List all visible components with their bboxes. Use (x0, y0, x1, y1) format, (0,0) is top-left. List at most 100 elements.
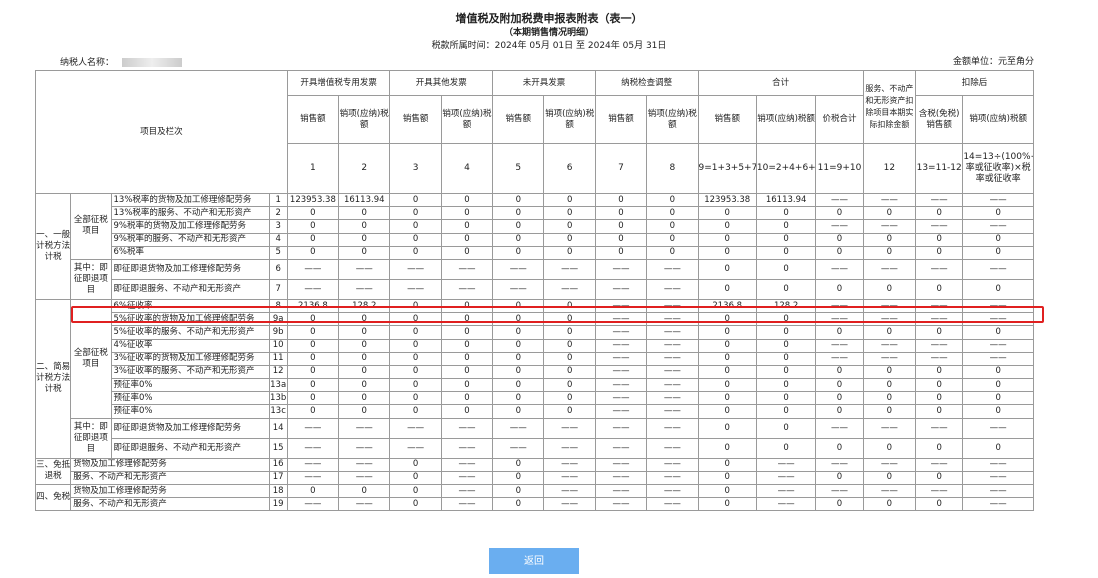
cell-value: 0 (389, 351, 442, 366)
cell-value: —— (338, 278, 391, 300)
row-number: 13c (268, 404, 288, 419)
cell-value: 0 (697, 470, 757, 486)
row-number: 1 (268, 192, 288, 208)
cell-value: 0 (492, 351, 545, 366)
cell-value: 0 (389, 378, 442, 393)
cell-value: 0 (492, 312, 545, 327)
cell-value: —— (915, 351, 964, 366)
cell-value: 0 (338, 219, 391, 234)
cell-value: 0 (338, 206, 391, 221)
cell-value: —— (646, 325, 699, 340)
table-row: 其中：即征即退项目 即征即退货物及加工修理修配劳务 14 —— —— —— —— —— —— ——… (36, 417, 1034, 459)
cell-value: —— (915, 483, 964, 499)
cell-value: 128.2 (755, 298, 817, 314)
cell-value: —— (646, 278, 699, 300)
table-row: 一、一般计税方法计税 全部征税项目 13%税率的货物及加工修理修配劳务 1 123953… (34, 192, 1034, 300)
cell-value: —— (915, 457, 964, 472)
row-label: 5%征收率的货物及加工修理修配劳务 (110, 312, 270, 327)
cell-value: 0 (697, 404, 757, 419)
cell-value: 0 (697, 258, 757, 280)
cell-value: 0 (915, 245, 964, 260)
cell-value: 0 (492, 470, 545, 486)
cell-value: —— (962, 351, 1034, 366)
cell-value: 0 (543, 312, 596, 327)
cell-value: 0 (697, 378, 757, 393)
cell-value: 0 (286, 483, 340, 499)
row-label: 3%征收率的货物及加工修理修配劳务 (110, 351, 270, 366)
subheader-tax: 销项(应纳)税额 (338, 95, 391, 144)
cell-value: 0 (962, 206, 1034, 221)
cell-value: —— (594, 312, 648, 327)
cell-value: 0 (286, 391, 340, 406)
cell-value: —— (286, 258, 340, 280)
report-subtitle: （本期销售情况明细） (503, 28, 594, 38)
tax-period: 税款所属时间：2024年 05月 01日 至 2024年 05月 31日 (0, 38, 1098, 51)
tax-period-value: 2024年 05月 01日 至 2024年 05月 31日 (494, 41, 667, 51)
row-label: 即征即退货物及加工修理修配劳务 (110, 417, 270, 439)
cell-value: —— (646, 497, 699, 512)
cell-value: —— (862, 192, 917, 208)
table-row: 5%征收率的货物及加工修理修配劳务 9a 0 0 0 0 0 0 —— —— 0 0 —— —— —— —— (36, 312, 1034, 327)
category-refund-upon: 其中：即征即退项目 (70, 417, 112, 459)
cell-value: —— (594, 258, 648, 280)
cell-value: 0 (492, 497, 545, 512)
cell-value: 0 (338, 404, 391, 419)
cell-value: 0 (915, 232, 964, 247)
row-label: 5%征收率的服务、不动产和无形资产 (110, 325, 270, 340)
row-label: 4%征收率 (110, 338, 270, 353)
column-number: 2 (338, 143, 391, 194)
cell-value: 0 (389, 364, 442, 380)
cell-value: 0 (697, 457, 757, 472)
cell-value: —— (962, 483, 1034, 499)
cell-value: 0 (815, 232, 864, 247)
cell-value: 0 (440, 404, 494, 419)
column-number: 9=1+3+5+7 (697, 143, 757, 194)
table-row: 5%征收率的服务、不动产和无形资产 9b 0 0 0 0 0 0 —— —— 0 0 0 0 0 0 (36, 325, 1034, 340)
cell-value: —— (815, 417, 864, 439)
cell-value: —— (543, 258, 596, 280)
column-number: 10=2+4+6+8 (755, 143, 817, 194)
cell-value: 0 (543, 351, 596, 366)
cell-value: 0 (286, 325, 340, 340)
cell-value: —— (543, 470, 596, 486)
row-number: 13a (268, 378, 288, 393)
cell-value: —— (755, 470, 817, 486)
cell-value: —— (815, 258, 864, 280)
cell-value: 0 (543, 192, 596, 208)
subheader-sales: 销售额 (286, 95, 340, 144)
table-row: 3%征收率的服务、不动产和无形资产 12 0 0 0 0 0 0 —— —— 0 0 0 0 0 0 (36, 364, 1034, 380)
cell-value: —— (543, 483, 596, 499)
row-number: 6 (268, 258, 288, 280)
cell-value: —— (338, 457, 391, 472)
cell-value: 0 (543, 364, 596, 380)
group-header-deduction: 服务、不动产和无形资产扣除项目本期实际扣除金额 (862, 70, 917, 144)
cell-value: 0 (697, 219, 757, 234)
cell-value: 0 (962, 245, 1034, 260)
cell-value: 0 (815, 206, 864, 221)
cell-value: 0 (915, 391, 964, 406)
cell-value: 0 (755, 391, 817, 406)
cell-value: 0 (338, 338, 391, 353)
back-button[interactable]: 返回 (489, 548, 579, 574)
cell-value: —— (646, 338, 699, 353)
cell-value: 128.2 (338, 298, 391, 314)
cell-value: 0 (862, 437, 917, 459)
cell-value: —— (594, 417, 648, 439)
cell-value: 0 (862, 391, 917, 406)
cell-value: 0 (962, 391, 1034, 406)
cell-value: 0 (286, 245, 340, 260)
cell-value: —— (286, 417, 340, 439)
cell-value: 0 (338, 483, 391, 499)
cell-value: —— (543, 278, 596, 300)
cell-value: —— (915, 312, 964, 327)
cell-value: —— (755, 457, 817, 472)
taxpayer-name-redacted (122, 58, 183, 67)
cell-value: —— (862, 219, 917, 234)
row-label: 货物及加工修理修配劳务 (70, 457, 270, 472)
table-row: 四、免税 货物及加工修理修配劳务 18 0 0 0 —— 0 —— —— —— 0 —— —— —— —— —— (34, 483, 1034, 512)
cell-value: 0 (646, 219, 699, 234)
column-number: 11=9+10 (815, 143, 864, 194)
row-label: 预征率0% (110, 404, 270, 419)
cell-value: 0 (543, 206, 596, 221)
cell-value: 0 (697, 278, 757, 300)
